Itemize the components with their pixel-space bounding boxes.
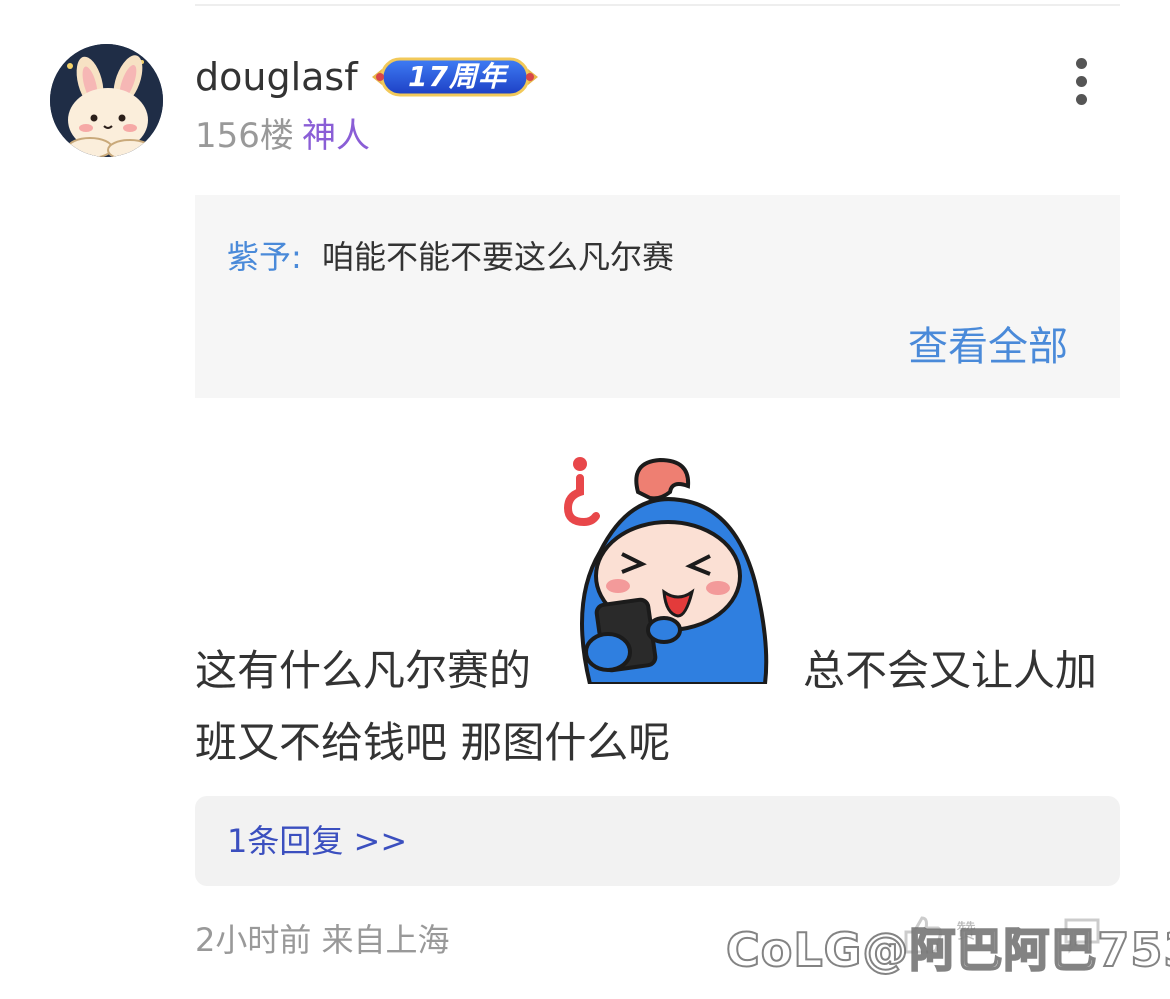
comment-text-line: 班又不给钱吧 那图什么呢 — [195, 718, 671, 767]
divider — [195, 4, 1120, 6]
view-all-link[interactable]: 查看全部 — [908, 322, 1068, 372]
more-dot-icon — [1076, 94, 1087, 105]
watermark: CoLG@阿巴阿巴753 — [725, 922, 1170, 978]
comment-page: douglasf 17周年 156楼 神人 紫予: 咱能不能不要这么凡尔赛 查看… — [0, 0, 1170, 999]
timestamp-location: 2小时前 来自上海 — [195, 921, 450, 959]
more-dot-icon — [1076, 58, 1087, 69]
floor-number: 156楼 — [195, 116, 294, 156]
avatar[interactable] — [50, 44, 163, 157]
quote-author[interactable]: 紫予: — [227, 234, 302, 280]
sticker-blue-character-icon — [563, 457, 769, 684]
anniversary-badge-label: 17周年 — [408, 60, 507, 93]
comment-text-line: 总不会又让人加 — [803, 646, 1098, 695]
user-tag: 神人 — [302, 116, 370, 156]
username[interactable]: douglasf — [195, 52, 358, 102]
replies-link[interactable]: 1条回复 >> — [227, 820, 407, 862]
more-options-button[interactable] — [1064, 56, 1100, 106]
more-dot-icon — [1076, 76, 1087, 87]
quote-text: 咱能不能不要这么凡尔赛 — [322, 238, 675, 276]
comment-text-line: 这有什么凡尔赛的 — [195, 646, 532, 695]
